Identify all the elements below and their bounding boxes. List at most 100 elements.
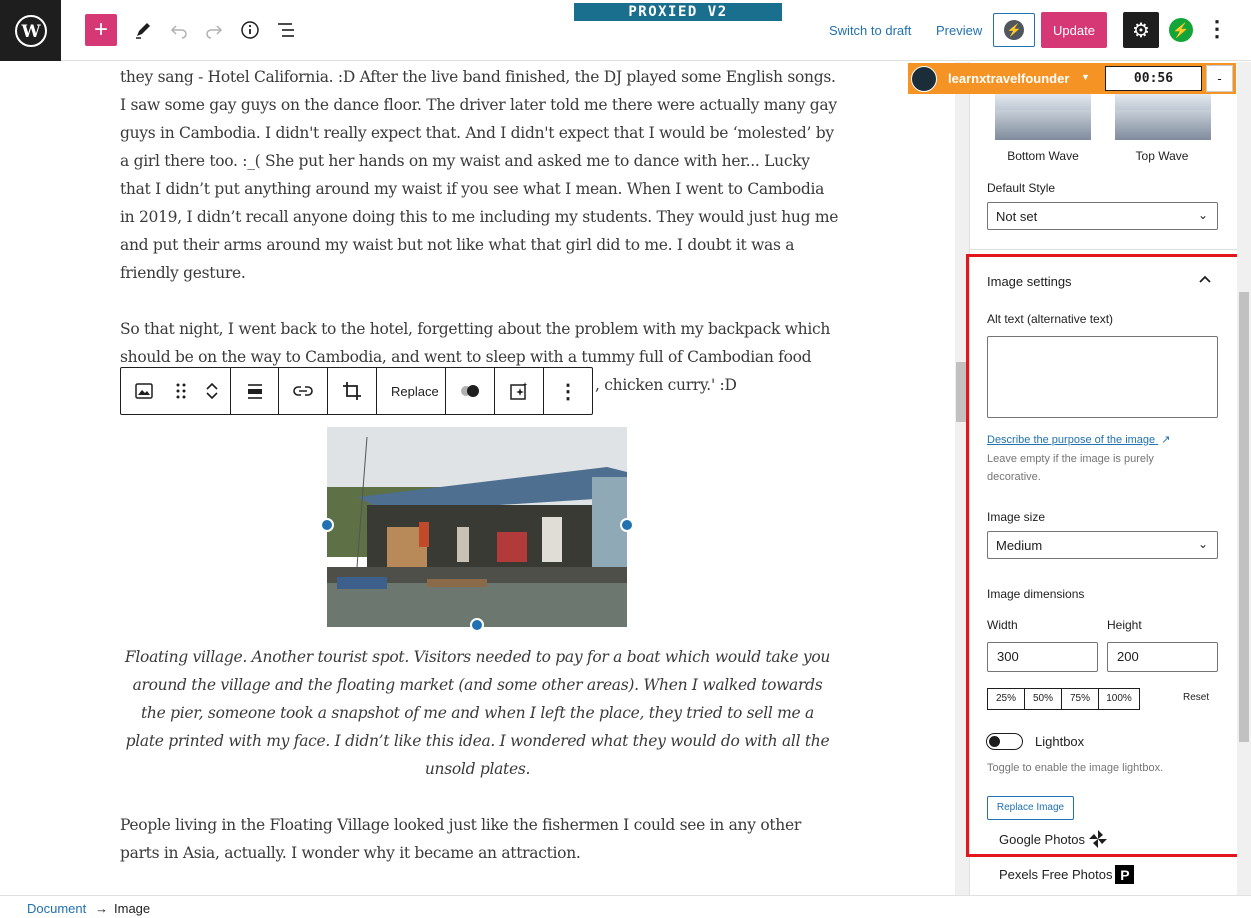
filter-ai-group bbox=[446, 368, 544, 414]
session-toolbar: learnxtravelfounder ▼ 00:56 - bbox=[908, 63, 1236, 94]
kebab-icon: ⋮ bbox=[1206, 16, 1228, 41]
settings-button[interactable]: ⚙ bbox=[1123, 12, 1159, 48]
pencil-icon bbox=[136, 23, 150, 39]
replace-image-button[interactable]: Replace Image bbox=[987, 796, 1074, 820]
align-group bbox=[231, 368, 279, 414]
image-size-value: Medium bbox=[996, 537, 1043, 553]
breadcrumb-document[interactable]: Document bbox=[27, 901, 86, 916]
options-menu-button[interactable]: ⋮ bbox=[1206, 16, 1228, 44]
width-input[interactable]: 300 bbox=[987, 642, 1098, 672]
image-size-select[interactable]: Medium ⌄ bbox=[987, 531, 1218, 559]
update-button[interactable]: Update bbox=[1041, 12, 1107, 48]
alt-text-label: Alt text (alternative text) bbox=[987, 312, 1114, 326]
caret-down-icon[interactable]: ▼ bbox=[1081, 72, 1090, 82]
floating-village-image[interactable] bbox=[327, 427, 627, 627]
gear-icon: ⚙ bbox=[1132, 19, 1150, 42]
crop-button[interactable] bbox=[326, 368, 377, 414]
lightbox-toggle[interactable] bbox=[986, 733, 1023, 750]
height-label: Height bbox=[1107, 618, 1142, 632]
editor-scrollbar[interactable] bbox=[955, 62, 969, 895]
wordpress-logo[interactable]: W bbox=[0, 0, 61, 61]
block-options-button[interactable]: ⋮ bbox=[544, 368, 592, 414]
more-group: ⋮ bbox=[544, 368, 592, 414]
account-name[interactable]: learnxtravelfounder bbox=[948, 71, 1069, 86]
info-icon bbox=[241, 21, 259, 39]
redo-button[interactable] bbox=[198, 14, 230, 46]
chevron-up-icon[interactable] bbox=[1198, 271, 1212, 287]
align-button[interactable] bbox=[231, 368, 278, 414]
resize-handle-right[interactable] bbox=[620, 518, 634, 532]
editor-header: W + PROXIED V2 Switch to draft Preview ⚡… bbox=[0, 0, 1251, 61]
image-caption[interactable]: Floating village. Another tourist spot. … bbox=[120, 643, 835, 783]
reset-button[interactable]: Reset bbox=[1183, 692, 1209, 703]
plus-icon: + bbox=[93, 16, 108, 43]
paragraph-block[interactable]: People living in the Floating Village lo… bbox=[120, 811, 840, 867]
external-link-icon: ↗ bbox=[1161, 434, 1171, 446]
scale-50-button[interactable]: 50% bbox=[1025, 689, 1062, 709]
add-block-button[interactable]: + bbox=[85, 14, 117, 46]
list-view-button[interactable] bbox=[270, 14, 302, 46]
image-settings-title[interactable]: Image settings bbox=[987, 274, 1072, 289]
drag-icon bbox=[176, 383, 186, 399]
toggle-knob bbox=[989, 736, 1000, 747]
google-photos-label: Google Photos bbox=[999, 831, 1086, 847]
paragraph-block[interactable]: they sang - Hotel California. :D After t… bbox=[120, 63, 840, 287]
jetpack-icon: ⚡ bbox=[1172, 21, 1190, 38]
chevron-up-icon bbox=[206, 382, 218, 390]
sparkle-icon bbox=[510, 382, 528, 400]
crop-icon bbox=[342, 382, 361, 400]
pexels-source[interactable]: Pexels Free Photos P bbox=[999, 865, 1135, 884]
details-button[interactable] bbox=[234, 14, 266, 46]
image-size-label: Image size bbox=[987, 510, 1046, 524]
default-style-select[interactable]: Not set ⌄ bbox=[987, 202, 1218, 230]
resize-handle-bottom[interactable] bbox=[470, 618, 484, 632]
wave-preview bbox=[1115, 110, 1211, 140]
floating-village-photo bbox=[327, 427, 627, 627]
replace-button[interactable]: Replace bbox=[377, 368, 453, 414]
move-buttons[interactable] bbox=[195, 368, 229, 414]
top-wave-style[interactable] bbox=[1115, 92, 1211, 140]
bottom-wave-style[interactable] bbox=[995, 92, 1091, 140]
account-avatar[interactable] bbox=[911, 66, 937, 92]
ai-button[interactable] bbox=[493, 368, 544, 414]
chevron-down-icon bbox=[206, 392, 218, 400]
editor-scrollbar-thumb[interactable] bbox=[956, 362, 968, 422]
duotone-button[interactable] bbox=[446, 368, 494, 414]
jetpack-button[interactable]: ⚡ bbox=[1169, 18, 1193, 42]
height-input[interactable]: 200 bbox=[1107, 642, 1218, 672]
duotone-icon bbox=[460, 385, 479, 397]
sidebar-scrollbar[interactable] bbox=[1237, 62, 1251, 895]
default-style-value: Not set bbox=[996, 208, 1038, 224]
undo-button[interactable] bbox=[163, 14, 195, 46]
session-timer: 00:56 bbox=[1105, 66, 1202, 91]
sidebar-scrollbar-thumb[interactable] bbox=[1239, 292, 1249, 742]
pexels-label: Pexels Free Photos bbox=[999, 867, 1113, 882]
performance-button[interactable]: ⚡ bbox=[993, 13, 1035, 47]
link-icon bbox=[292, 386, 313, 396]
drag-handle[interactable] bbox=[167, 368, 195, 414]
lightbox-help: Toggle to enable the image lightbox. bbox=[987, 762, 1164, 774]
preview-button[interactable]: Preview bbox=[936, 23, 982, 38]
tools-button[interactable] bbox=[127, 14, 159, 46]
block-switcher-group bbox=[121, 368, 231, 414]
scale-75-button[interactable]: 75% bbox=[1062, 689, 1099, 709]
switch-to-draft-button[interactable]: Switch to draft bbox=[829, 23, 911, 38]
minimize-button[interactable]: - bbox=[1206, 65, 1233, 92]
link-crop-group bbox=[279, 368, 377, 414]
google-photos-source[interactable]: Google Photos bbox=[999, 829, 1108, 849]
resize-handle-left[interactable] bbox=[320, 518, 334, 532]
bottom-wave-label: Bottom Wave bbox=[1007, 149, 1079, 163]
align-center-icon bbox=[247, 384, 262, 399]
block-type-button[interactable] bbox=[121, 368, 167, 414]
link-button[interactable] bbox=[279, 368, 327, 414]
pinwheel-icon bbox=[1089, 830, 1108, 848]
describe-purpose-link[interactable]: Describe the purpose of the image ↗ bbox=[987, 433, 1170, 446]
top-wave-label: Top Wave bbox=[1135, 149, 1189, 163]
default-style-label: Default Style bbox=[987, 181, 1056, 195]
panel-divider bbox=[969, 249, 1237, 250]
alt-text-field[interactable] bbox=[987, 336, 1218, 418]
image-icon bbox=[135, 383, 153, 399]
scale-25-button[interactable]: 25% bbox=[988, 689, 1025, 709]
alt-text-help: Leave empty if the image is purely decor… bbox=[987, 453, 1154, 483]
scale-100-button[interactable]: 100% bbox=[1099, 689, 1139, 709]
